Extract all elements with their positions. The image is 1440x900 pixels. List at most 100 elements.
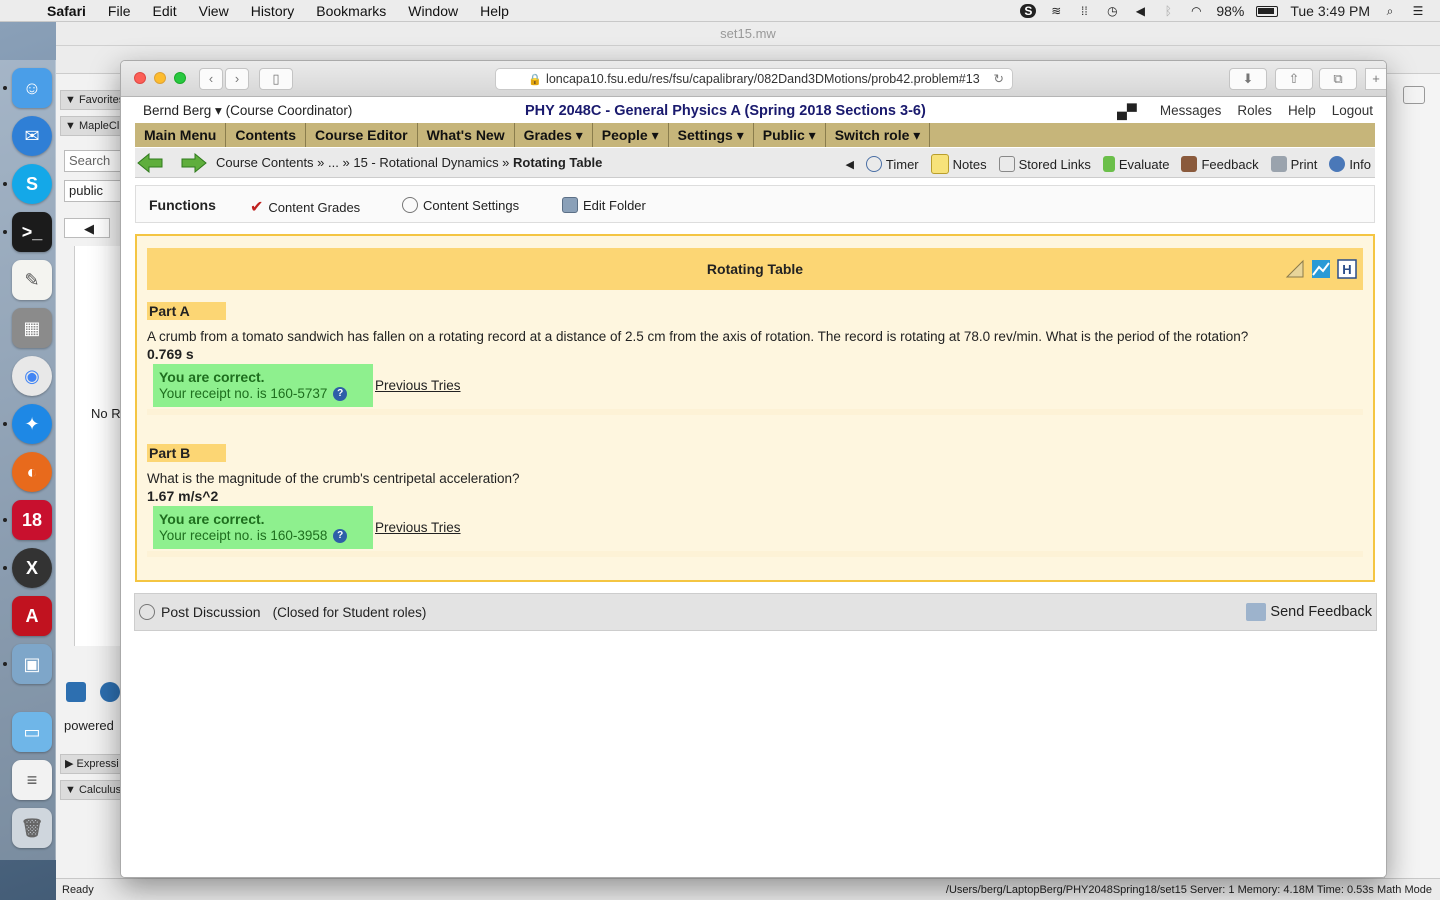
logout-link[interactable]: Logout	[1332, 103, 1373, 118]
breadcrumb-rotational-dynamics[interactable]: 15 - Rotational Dynamics »	[353, 155, 509, 170]
chrome-icon[interactable]: ◉	[12, 356, 52, 396]
skype-icon[interactable]: S	[1020, 4, 1037, 18]
menu-help[interactable]: Help	[469, 3, 520, 19]
notes-icon	[930, 154, 949, 174]
preview-icon[interactable]: ▣	[12, 644, 52, 684]
minimize-window-button[interactable]	[154, 72, 166, 84]
folder-icon[interactable]: ▭	[12, 712, 52, 752]
firefox-icon[interactable]: ◐	[12, 452, 52, 492]
menu-settings[interactable]: Settings ▾	[669, 123, 754, 147]
menu-app-name[interactable]: Safari	[36, 3, 97, 19]
part-a-heading: Part A	[147, 302, 226, 320]
monitor-icon[interactable]: ▄▀	[1117, 103, 1137, 119]
zoom-window-button[interactable]	[174, 72, 186, 84]
breadcrumb-course-contents[interactable]: Course Contents »	[216, 155, 324, 170]
volume-icon[interactable]: ◀	[1132, 4, 1148, 18]
edit-folder-link[interactable]: Edit Folder	[562, 197, 646, 213]
timer-tool[interactable]: Timer	[865, 156, 919, 172]
part-b-previous-tries-link[interactable]: Previous Tries	[375, 520, 461, 535]
stopwatch-icon	[865, 156, 882, 172]
user-menu[interactable]: Bernd Berg ▾ (Course Coordinator)	[143, 103, 352, 119]
palette-expressions[interactable]: ▶ Expressi	[60, 754, 124, 774]
info-tool[interactable]: Info	[1329, 156, 1371, 172]
clock[interactable]: Tue 3:49 PM	[1290, 3, 1370, 19]
maple-icon[interactable]: 18	[12, 500, 52, 540]
palette-back-button[interactable]: ◀	[64, 218, 110, 238]
panel-toggle-icon[interactable]	[1403, 86, 1425, 104]
skype-app-icon[interactable]: S	[12, 164, 52, 204]
close-circle-icon[interactable]	[100, 682, 120, 702]
x11-icon[interactable]: X	[12, 548, 52, 588]
menu-file[interactable]: File	[97, 3, 142, 19]
messages-link[interactable]: Messages	[1160, 103, 1222, 118]
breadcrumb-ellipsis[interactable]: ... »	[328, 155, 350, 170]
receipt-help-icon[interactable]: ?	[333, 387, 348, 402]
wifi-icon[interactable]: ◠	[1188, 4, 1204, 18]
reload-icon[interactable]: ↻	[994, 69, 1004, 90]
menu-history[interactable]: History	[240, 3, 306, 19]
palette-public-dropdown[interactable]: public	[64, 180, 124, 202]
back-button[interactable]: ‹	[199, 68, 223, 90]
part-a-previous-tries-link[interactable]: Previous Tries	[375, 378, 461, 393]
tabs-overview-icon[interactable]: ⧉	[1319, 68, 1357, 90]
palette-favorites[interactable]: ▼ Favorites	[60, 90, 124, 110]
address-bar[interactable]: 🔒 loncapa10.fsu.edu/res/fsu/capalibrary/0…	[495, 68, 1013, 90]
share-icon[interactable]: ⇧	[1275, 68, 1313, 90]
menu-window[interactable]: Window	[397, 3, 469, 19]
calculator-icon[interactable]: ▦	[12, 308, 52, 348]
menu-contents[interactable]: Contents	[226, 123, 307, 147]
collapse-arrow-icon[interactable]: ◀	[845, 158, 853, 171]
acrobat-icon[interactable]: A	[12, 596, 52, 636]
document-thumbnail-icon[interactable]: ≡	[12, 760, 52, 800]
help-h-icon[interactable]: H	[1337, 259, 1357, 279]
menu-course-editor[interactable]: Course Editor	[306, 123, 418, 147]
notes-tool[interactable]: Notes	[930, 154, 987, 174]
terminal-icon[interactable]: >_	[12, 212, 52, 252]
next-arrow-icon[interactable]	[181, 153, 207, 173]
safari-icon[interactable]: ✦	[12, 404, 52, 444]
menu-bookmarks[interactable]: Bookmarks	[305, 3, 397, 19]
close-window-button[interactable]	[134, 72, 146, 84]
activity-icon[interactable]: ⁞⁞	[1076, 4, 1092, 18]
palette-search-input[interactable]: Search	[64, 150, 124, 172]
trash-icon[interactable]: 🗑	[12, 808, 52, 848]
menu-whats-new[interactable]: What's New	[418, 123, 515, 147]
post-discussion-link[interactable]: Post Discussion	[161, 604, 261, 620]
content-settings-link[interactable]: Content Settings	[402, 197, 519, 213]
menu-view[interactable]: View	[188, 3, 240, 19]
palette-maplecloud[interactable]: ▼ MapleCl	[60, 116, 124, 136]
finder-icon[interactable]: ☺	[12, 68, 52, 108]
evaluate-tool[interactable]: Evaluate	[1102, 156, 1169, 172]
menu-public[interactable]: Public ▾	[754, 123, 826, 147]
thunderbird-icon[interactable]: ✉	[12, 116, 52, 156]
spotlight-icon[interactable]: ⌕	[1382, 4, 1398, 18]
sync-icon[interactable]: ≋	[1048, 4, 1064, 18]
sidebar-toggle-icon[interactable]: ▯	[259, 68, 293, 90]
menu-edit[interactable]: Edit	[141, 3, 187, 19]
battery-icon[interactable]	[1256, 5, 1279, 17]
ruler-triangle-icon[interactable]	[1285, 259, 1305, 279]
content-grades-link[interactable]: ✔ Content Grades	[250, 197, 360, 217]
send-feedback[interactable]: Send Feedback	[1246, 603, 1372, 621]
menu-people[interactable]: People ▾	[593, 123, 669, 147]
textedit-icon[interactable]: ✎	[12, 260, 52, 300]
stored-links-tool[interactable]: Stored Links	[998, 156, 1091, 172]
palette-calculus[interactable]: ▼ Calculus	[60, 780, 124, 800]
menu-main-menu[interactable]: Main Menu	[135, 123, 227, 147]
new-tab-button[interactable]: +	[1365, 68, 1386, 90]
forward-button[interactable]: ›	[225, 68, 249, 90]
downloads-icon[interactable]: ⬇	[1229, 68, 1267, 90]
previous-arrow-icon[interactable]	[137, 153, 163, 173]
time-machine-icon[interactable]: ◷	[1104, 4, 1120, 18]
bluetooth-icon[interactable]: ᛒ	[1160, 4, 1176, 18]
menu-switch-role[interactable]: Switch role ▾	[826, 123, 931, 147]
notification-center-icon[interactable]: ☰	[1410, 4, 1426, 18]
feedback-tool[interactable]: Feedback	[1181, 156, 1259, 172]
chart-icon[interactable]	[1311, 259, 1331, 279]
help-link[interactable]: Help	[1288, 103, 1316, 118]
roles-link[interactable]: Roles	[1237, 103, 1272, 118]
menu-grades[interactable]: Grades ▾	[515, 123, 593, 147]
receipt-help-icon[interactable]: ?	[333, 529, 348, 544]
print-tool[interactable]: Print	[1270, 156, 1317, 172]
refresh-icon[interactable]	[66, 682, 86, 702]
